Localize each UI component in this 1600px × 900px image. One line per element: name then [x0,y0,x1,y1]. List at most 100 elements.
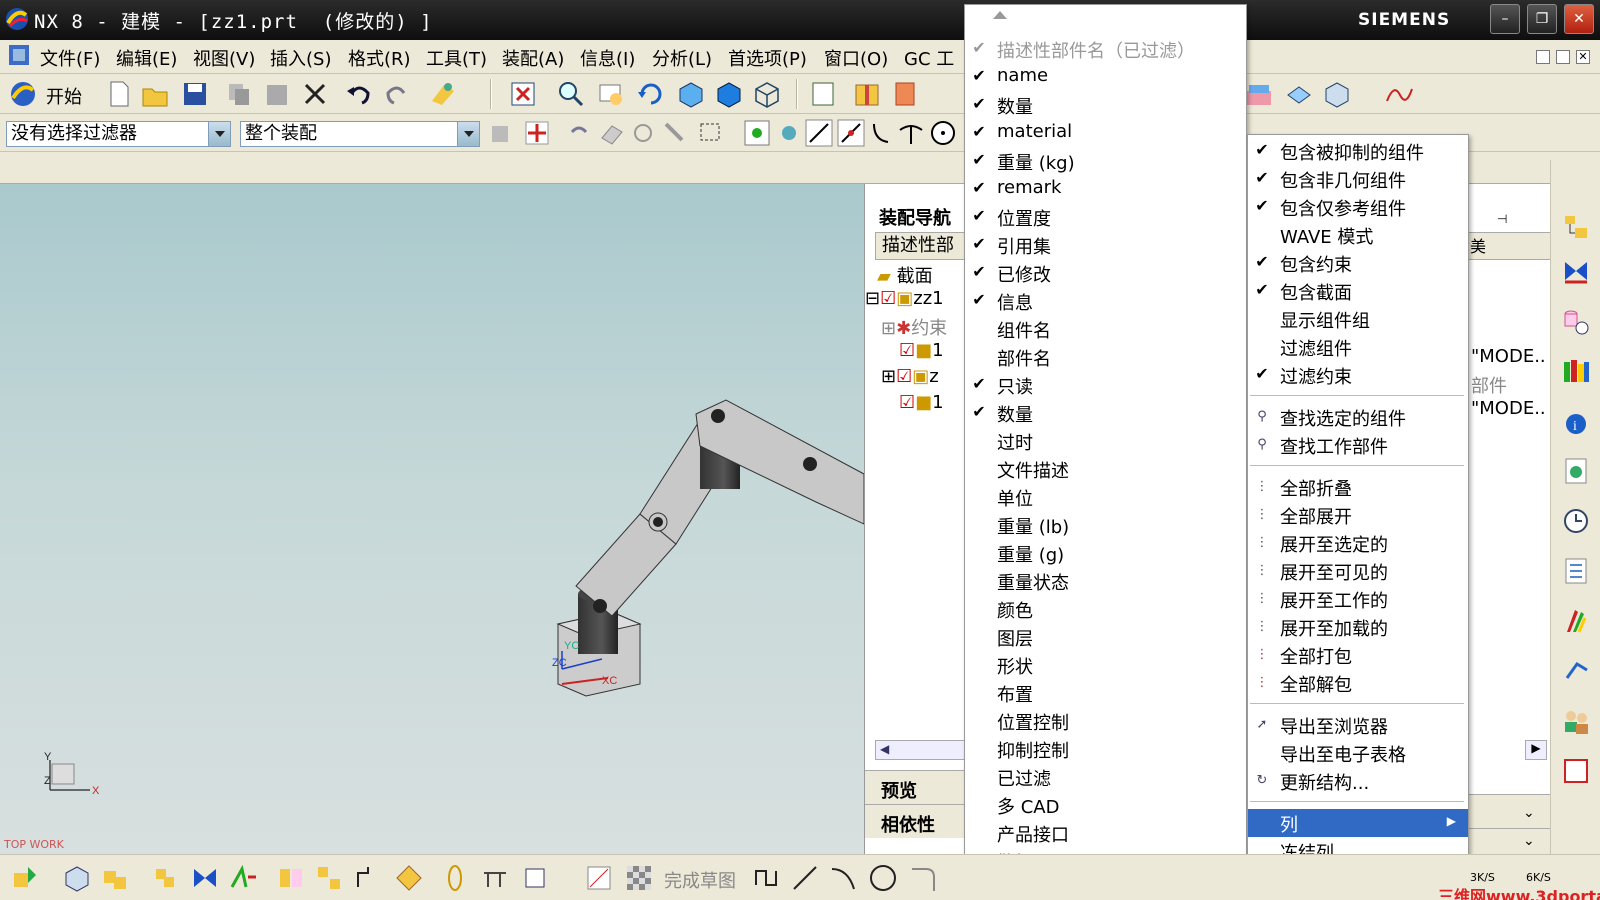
expand-icon[interactable]: ⊞ [881,318,896,339]
context-menu-item[interactable]: ⋮ 全部解包 [1248,669,1468,697]
column-menu-item[interactable]: ✔ 数量 [965,399,1246,427]
spline-icon[interactable] [1384,79,1414,109]
menu-tools[interactable]: 工具(T) [426,45,487,71]
column-menu-item[interactable]: 形状 [965,651,1246,679]
tree-node-subassembly[interactable]: ⊞☑▣z [881,366,939,392]
line-icon[interactable] [790,863,820,893]
menu-insert[interactable]: 插入(S) [270,45,331,71]
arc-center-icon[interactable] [928,118,958,148]
shaded-view-icon[interactable] [676,79,706,109]
column-menu-item[interactable]: 重量 (g) [965,539,1246,567]
preview-section[interactable]: 预览 [865,770,964,804]
info-icon[interactable]: i [1561,406,1591,436]
save-icon[interactable] [180,79,210,109]
chevron-down-icon[interactable] [208,122,230,146]
undo-selection-icon[interactable] [564,118,594,148]
finish-sketch-icon[interactable] [624,863,654,893]
context-menu-item[interactable]: WAVE 模式 [1248,221,1468,249]
tree-node-part[interactable]: ☑■1 [899,392,944,418]
new-file-icon[interactable] [104,79,134,109]
command-finder-icon[interactable] [428,79,458,109]
context-menu-item[interactable]: 列 ▶ [1248,809,1468,837]
snap-control-icon[interactable] [742,118,772,148]
assembly-filter-icon[interactable] [486,118,516,148]
column-menu-item[interactable]: ✔ remark [965,175,1246,203]
column-menu-item[interactable]: 多 CAD [965,791,1246,819]
column-menu-item[interactable]: 重量 (lb) [965,511,1246,539]
menu-window[interactable]: 窗口(O) [824,45,888,71]
context-menu-item[interactable]: ✔ 包含约束 [1248,249,1468,277]
undo-icon[interactable] [344,79,374,109]
copy-icon[interactable] [224,79,254,109]
chevron-down-icon[interactable] [457,122,479,146]
context-menu-item[interactable]: ⋮ 展开至工作的 [1248,585,1468,613]
context-menu-item[interactable]: 过滤组件 [1248,333,1468,361]
checkbox-icon[interactable]: ☑ [899,392,915,413]
scroll-right-icon[interactable]: ▶ [1525,740,1547,760]
component-array-icon[interactable] [150,863,180,893]
column-menu-item[interactable]: ✔ name [965,63,1246,91]
move-to-layer-icon[interactable] [1244,79,1274,109]
fit-view-icon[interactable] [508,79,538,109]
context-menu-item[interactable]: 导出至电子表格 [1248,739,1468,767]
selection-filter-dropdown[interactable]: 没有选择过滤器 [6,121,231,147]
part-navigator-icon[interactable] [1561,306,1591,336]
menu-gc-tools[interactable]: GC 工 [904,45,954,71]
sketch-mode-icon[interactable] [584,863,614,893]
dependency-section[interactable]: 相依性 [865,804,964,838]
pan-icon[interactable] [596,79,626,109]
profile-icon[interactable] [752,863,782,893]
context-menu-item[interactable]: ⋮ 全部折叠 [1248,473,1468,501]
column-menu-item[interactable]: 产品接口 [965,819,1246,847]
history-icon[interactable] [1561,506,1591,536]
collapse-icon[interactable]: ⊟ [865,288,880,309]
menu-file[interactable]: 文件(F) [40,45,100,71]
chevron-down-icon[interactable]: ⌄ [1469,828,1551,854]
context-menu-item[interactable]: 显示组件组 [1248,305,1468,333]
column-menu-item[interactable]: ✔ 描述性部件名（已过滤） [965,35,1246,63]
menu-assembly[interactable]: 装配(A) [502,45,564,71]
column-menu-item[interactable]: 重量状态 [965,567,1246,595]
column-header-partial[interactable]: 美 [1467,232,1551,260]
horizontal-scrollbar[interactable]: ◀ [875,740,964,760]
midpoint-icon[interactable] [836,118,866,148]
crosshair-icon[interactable] [628,118,658,148]
system-materials-icon[interactable] [1561,556,1591,586]
close-button[interactable]: ✕ [1564,4,1594,34]
context-menu-item[interactable]: ⋮ 全部展开 [1248,501,1468,529]
checkbox-icon[interactable]: ☑ [880,288,896,309]
new-component-icon[interactable] [62,863,92,893]
context-menu-item[interactable]: ⚲ 查找工作部件 [1248,431,1468,459]
context-menu-item[interactable]: ✔ 包含截面 [1248,277,1468,305]
start-label[interactable]: 开始 [46,83,82,109]
menu-view[interactable]: 视图(V) [193,45,255,71]
wcs-icon[interactable] [1284,79,1314,109]
column-menu-item[interactable]: 位置控制 [965,707,1246,735]
control-point-icon[interactable] [866,118,896,148]
circle-icon[interactable] [868,863,898,893]
column-menu-item[interactable]: 已过滤 [965,763,1246,791]
menu-format[interactable]: 格式(R) [348,45,411,71]
column-menu-item[interactable]: 图层 [965,623,1246,651]
checkbox-icon[interactable]: ☑ [899,340,915,361]
sequence-icon[interactable] [314,863,344,893]
wireframe-icon[interactable] [752,79,782,109]
document-menu-icon[interactable] [6,42,32,68]
menu-analysis[interactable]: 分析(L) [652,45,712,71]
section-view-icon[interactable] [852,79,882,109]
assembly-navigator-icon[interactable] [1561,212,1591,242]
column-menu-item[interactable]: 部件名 [965,343,1246,371]
context-menu-item[interactable]: ➚ 导出至浏览器 [1248,711,1468,739]
tree-node-part[interactable]: ☑■1 [899,340,944,366]
start-icon[interactable] [8,79,38,109]
robot-arm-model[interactable]: ZC YC XC Y X Z [0,184,864,854]
expand-icon[interactable]: ⊞ [881,366,896,387]
open-folder-icon[interactable] [140,79,170,109]
doc-minimize-button[interactable] [1536,50,1550,64]
graphics-viewport[interactable]: ZC YC XC Y X Z TOP WORK [0,184,864,854]
sketch-icon[interactable] [808,79,838,109]
snap-point-icon[interactable] [522,118,552,148]
doc-restore-button[interactable] [1556,50,1570,64]
context-menu-item[interactable]: ⋮ 展开至选定的 [1248,529,1468,557]
delete-icon[interactable] [300,79,330,109]
